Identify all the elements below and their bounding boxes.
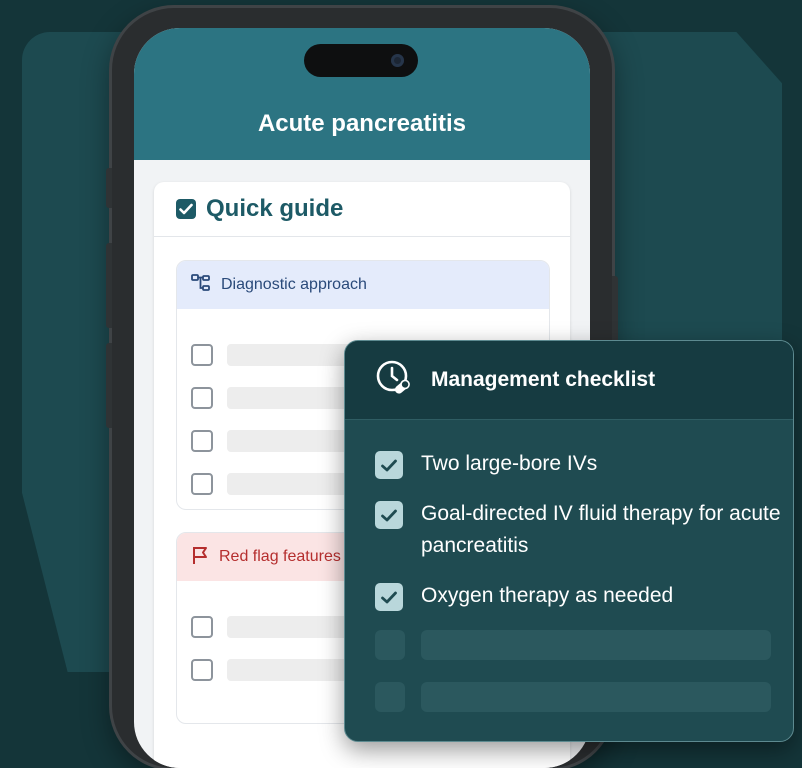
checkbox-checked-icon[interactable] bbox=[375, 583, 403, 611]
quick-guide-title: Quick guide bbox=[206, 195, 344, 222]
checkbox-checked-icon bbox=[176, 199, 196, 219]
checklist-item-label: Two large-bore IVs bbox=[421, 452, 598, 475]
diagnostic-approach-header[interactable]: Diagnostic approach bbox=[177, 261, 549, 309]
camera-icon bbox=[391, 54, 404, 67]
clock-pill-icon bbox=[375, 359, 413, 402]
red-flag-label: Red flag features bbox=[219, 548, 341, 565]
checkbox-checked-icon[interactable] bbox=[375, 501, 403, 529]
placeholder-item bbox=[375, 630, 793, 660]
diagnostic-approach-label: Diagnostic approach bbox=[221, 276, 367, 293]
checkbox[interactable] bbox=[191, 472, 213, 495]
checkbox[interactable] bbox=[191, 386, 213, 409]
list-item[interactable]: Two large-bore IVs bbox=[375, 448, 793, 480]
checkbox[interactable] bbox=[191, 429, 213, 452]
placeholder-checkbox bbox=[375, 682, 405, 712]
checkbox[interactable] bbox=[191, 343, 213, 366]
placeholder-line bbox=[421, 682, 771, 712]
checkbox-checked-icon[interactable] bbox=[375, 451, 403, 479]
phone-volume-up-button bbox=[106, 243, 112, 328]
checklist-item-label: Oxygen therapy as needed bbox=[421, 584, 674, 607]
quick-guide-header: Quick guide bbox=[154, 182, 570, 237]
management-checklist-title: Management checklist bbox=[431, 368, 656, 391]
phone-volume-down-button bbox=[106, 343, 112, 428]
checklist-item-label: Goal-directed IV fluid therapy for acute… bbox=[421, 502, 781, 557]
list-item[interactable]: Oxygen therapy as needed bbox=[375, 580, 793, 612]
flow-chart-icon bbox=[191, 273, 211, 298]
page-title: Acute pancreatitis bbox=[257, 110, 467, 137]
management-checklist-items: Two large-bore IVs Goal-directed IV flui… bbox=[345, 420, 793, 712]
checkbox[interactable] bbox=[191, 615, 213, 638]
management-checklist-header: Management checklist bbox=[345, 341, 793, 420]
checkbox[interactable] bbox=[191, 658, 213, 681]
phone-side-button bbox=[106, 168, 112, 208]
placeholder-line bbox=[421, 630, 771, 660]
list-item[interactable]: Goal-directed IV fluid therapy for acute… bbox=[375, 498, 793, 562]
placeholder-item bbox=[375, 682, 793, 712]
flag-icon bbox=[191, 545, 209, 570]
placeholder-checkbox bbox=[375, 630, 405, 660]
management-checklist-panel: Management checklist Two large-bore IVs … bbox=[344, 340, 794, 742]
dynamic-island bbox=[304, 44, 418, 77]
